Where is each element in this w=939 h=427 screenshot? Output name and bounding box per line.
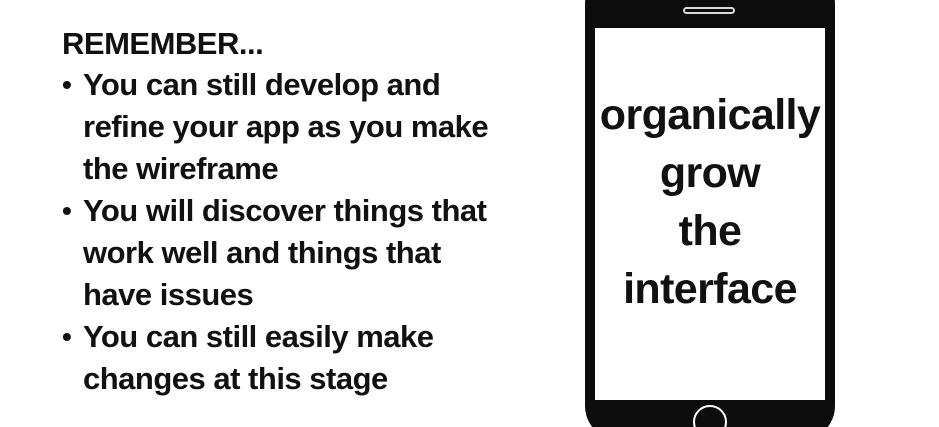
bullet-line: the wireframe [83,151,279,186]
bullet-line: have issues [83,277,254,312]
bullet-dot: • [62,69,72,100]
screen-line: grow [659,149,761,197]
bullet-line: You can still develop and [83,67,441,102]
screen-message: organically grow the interface [599,86,821,318]
bullet-text: You will discover things that work well … [83,190,562,316]
reminder-text-block: REMEMBER... • You can still develop and … [62,24,562,400]
screen-line: the [678,207,742,255]
slide: REMEMBER... • You can still develop and … [0,0,939,427]
bullet-dot: • [62,195,72,226]
bullet-line: changes at this stage [83,361,388,396]
bullet-text: You can still easily make changes at thi… [83,316,562,400]
bullet-line: You can still easily make [83,319,434,354]
bullet-dot: • [62,321,72,352]
bullet-line: work well and things that [83,235,441,270]
bullet-text: You can still develop and refine your ap… [83,64,562,190]
speaker-slot-icon [683,7,735,14]
phone-screen: organically grow the interface [595,28,825,400]
screen-line: organically [599,91,821,139]
bullet-list: • You can still develop and refine your … [62,64,562,400]
list-item: • You will discover things that work wel… [62,190,562,316]
list-item: • You can still easily make changes at t… [62,316,562,400]
slide-heading: REMEMBER... [62,26,264,61]
list-item: • You can still develop and refine your … [62,64,562,190]
bullet-line: refine your app as you make [83,109,489,144]
screen-line: interface [623,265,797,313]
bullet-line: You will discover things that [83,193,487,228]
phone-illustration: organically grow the interface [585,0,835,427]
home-button-icon [693,405,727,427]
